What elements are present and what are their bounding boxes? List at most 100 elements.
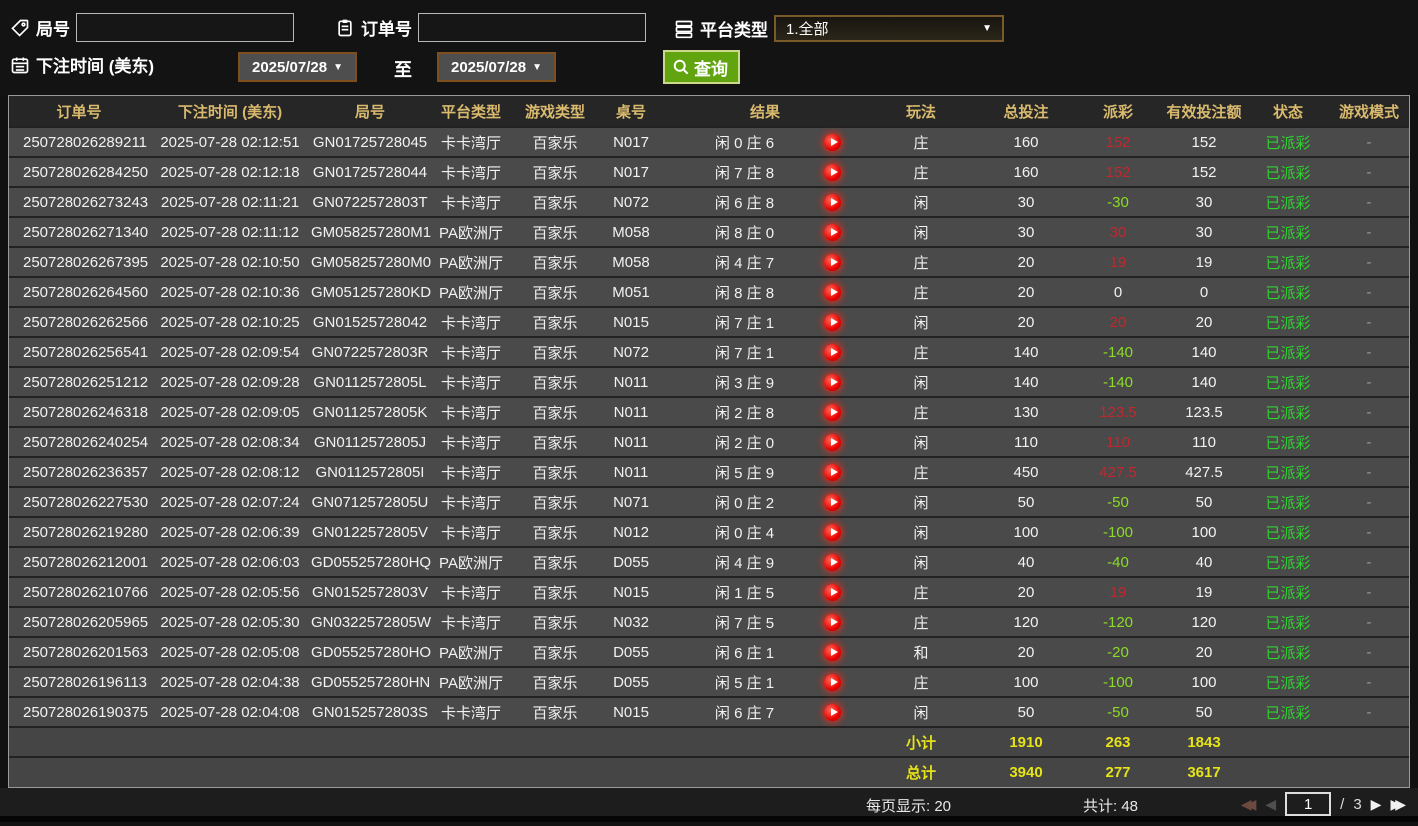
cell-total-bet: 40 <box>977 546 1075 577</box>
cell-play-type: 庄 <box>865 126 977 157</box>
cell-round-number: GM058257280M1 <box>311 216 431 247</box>
cell-valid-bet: 50 <box>1161 486 1247 517</box>
cell-round-number: GN01725728044 <box>311 156 429 187</box>
cell-result: 闲 2 庄 0 <box>665 426 865 457</box>
previous-page-icon[interactable]: ◀ <box>1265 792 1276 816</box>
cell-play-type: 闲 <box>865 366 977 397</box>
status-badge: 已派彩 <box>1247 516 1329 547</box>
last-page-icon[interactable]: ▶▶ <box>1390 792 1406 816</box>
replay-video-icon[interactable] <box>824 193 841 211</box>
replay-video-icon[interactable] <box>824 373 841 391</box>
cell-result: 闲 0 庄 4 <box>665 516 865 547</box>
replay-video-icon[interactable] <box>824 433 841 451</box>
replay-video-icon[interactable] <box>824 673 841 691</box>
cell-game-mode: - <box>1329 186 1409 217</box>
replay-video-icon[interactable] <box>824 523 841 541</box>
cell-game-mode: - <box>1329 606 1409 637</box>
cell-game-type: 百家乐 <box>513 336 597 367</box>
cell-total-bet: 20 <box>977 306 1075 337</box>
table-row: 250728026262566 2025-07-28 02:10:25 GN01… <box>9 306 1409 337</box>
result-text: 闲 8 庄 8 <box>714 284 775 302</box>
cell-table-number: M058 <box>597 216 665 247</box>
next-page-icon[interactable]: ▶ <box>1371 792 1382 816</box>
cell-play-type: 庄 <box>865 246 977 277</box>
cell-platform-type: PA欧洲厅 <box>429 636 513 667</box>
cell-play-type: 庄 <box>865 666 977 697</box>
cell-total-bet: 20 <box>977 636 1075 667</box>
cell-play-type: 庄 <box>865 576 977 607</box>
date-from-picker[interactable]: 2025/07/28 ▼ <box>238 52 357 82</box>
cell-result: 闲 4 庄 9 <box>665 546 865 577</box>
replay-video-icon[interactable] <box>824 703 841 721</box>
col-header-payout: 派彩 <box>1075 96 1161 127</box>
cell-platform-type: PA欧洲厅 <box>429 546 513 577</box>
cell-game-type: 百家乐 <box>513 306 597 337</box>
cell-game-mode: - <box>1329 276 1409 307</box>
first-page-icon[interactable]: ◀◀ <box>1241 792 1257 816</box>
cell-result: 闲 8 庄 8 <box>665 276 865 307</box>
replay-video-icon[interactable] <box>824 133 841 151</box>
status-badge: 已派彩 <box>1247 576 1329 607</box>
current-page-input[interactable] <box>1285 792 1332 816</box>
cell-round-number: GN0112572805K <box>311 396 429 427</box>
cell-payout: -100 <box>1075 516 1161 547</box>
cell-payout: -50 <box>1075 696 1161 727</box>
order-number-input[interactable] <box>418 13 646 42</box>
calendar-icon <box>10 55 30 75</box>
cell-game-mode: - <box>1329 426 1409 457</box>
replay-video-icon[interactable] <box>824 253 841 271</box>
table-row: 250728026196113 2025-07-28 02:04:38 GD05… <box>9 666 1409 697</box>
search-button[interactable]: 查询 <box>663 50 740 84</box>
replay-video-icon[interactable] <box>824 163 841 181</box>
status-badge: 已派彩 <box>1247 546 1329 577</box>
cell-round-number: GD055257280HN <box>311 666 430 697</box>
cell-bet-time: 2025-07-28 02:04:38 <box>149 666 311 697</box>
replay-video-icon[interactable] <box>824 403 841 421</box>
cell-game-type: 百家乐 <box>513 366 597 397</box>
cell-order-number: 250728026210766 <box>9 576 149 607</box>
cell-play-type: 闲 <box>865 426 977 457</box>
table-row: 250728026284250 2025-07-28 02:12:18 GN01… <box>9 156 1409 187</box>
cell-bet-time: 2025-07-28 02:09:28 <box>149 366 311 397</box>
cell-total-bet: 160 <box>977 156 1075 187</box>
chevron-down-icon: ▼ <box>333 61 343 73</box>
cell-order-number: 250728026271340 <box>9 216 149 247</box>
cell-result: 闲 0 庄 2 <box>665 486 865 517</box>
platform-type-select[interactable]: 1.全部 ▼ <box>774 15 1004 42</box>
cell-result: 闲 4 庄 7 <box>665 246 865 277</box>
replay-video-icon[interactable] <box>824 613 841 631</box>
replay-video-icon[interactable] <box>824 313 841 331</box>
cell-table-number: N011 <box>597 456 665 487</box>
cell-platform-type: 卡卡湾厅 <box>429 456 513 487</box>
cell-valid-bet: 120 <box>1161 606 1247 637</box>
cell-payout: 19 <box>1075 576 1161 607</box>
cell-total-bet: 20 <box>977 276 1075 307</box>
cell-valid-bet: 152 <box>1161 126 1247 157</box>
subtotal-valid: 1843 <box>1161 726 1247 757</box>
cell-game-mode: - <box>1329 516 1409 547</box>
cell-game-mode: - <box>1329 246 1409 277</box>
status-badge: 已派彩 <box>1247 696 1329 727</box>
replay-video-icon[interactable] <box>824 283 841 301</box>
date-to-picker[interactable]: 2025/07/28 ▼ <box>437 52 556 82</box>
replay-video-icon[interactable] <box>824 493 841 511</box>
date-from-value: 2025/07/28 <box>252 58 328 76</box>
replay-video-icon[interactable] <box>824 643 841 661</box>
cell-game-mode: - <box>1329 366 1409 397</box>
cell-result: 闲 7 庄 5 <box>665 606 865 637</box>
replay-video-icon[interactable] <box>824 223 841 241</box>
replay-video-icon[interactable] <box>824 583 841 601</box>
cell-bet-time: 2025-07-28 02:05:56 <box>149 576 311 607</box>
cell-total-bet: 100 <box>977 666 1075 697</box>
replay-video-icon[interactable] <box>824 463 841 481</box>
round-number-input[interactable] <box>76 13 294 42</box>
col-header-status: 状态 <box>1247 96 1329 127</box>
col-header-round: 局号 <box>311 96 429 127</box>
cell-order-number: 250728026219280 <box>9 516 149 547</box>
cell-order-number: 250728026205965 <box>9 606 149 637</box>
replay-video-icon[interactable] <box>824 343 841 361</box>
table-row: 250728026227530 2025-07-28 02:07:24 GN07… <box>9 486 1409 517</box>
cell-payout: 20 <box>1075 306 1161 337</box>
total-label: 总计 <box>865 756 977 787</box>
replay-video-icon[interactable] <box>824 553 841 571</box>
